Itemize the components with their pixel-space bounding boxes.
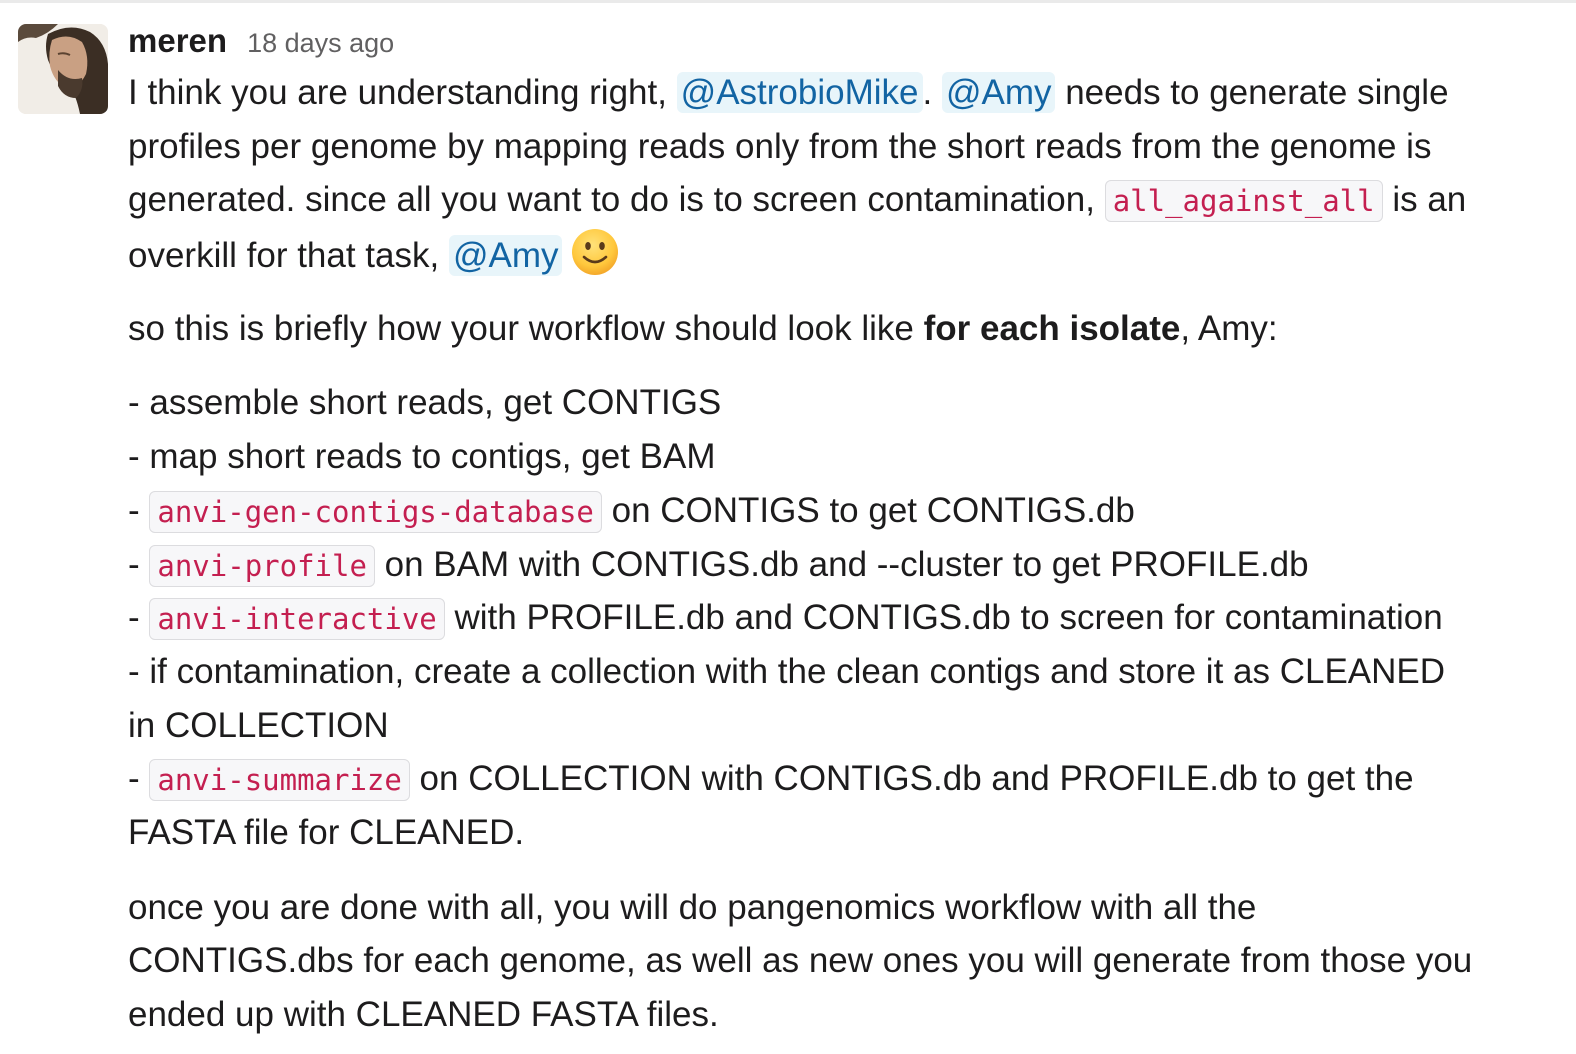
- message-header: meren 18 days ago: [128, 22, 1548, 66]
- text-span: -: [128, 759, 150, 799]
- text-span: .: [922, 73, 942, 112]
- text-line: ended up with CLEANED FASTA files.: [128, 995, 719, 1034]
- text-span: needs to generate single: [1055, 73, 1449, 112]
- avatar[interactable]: [18, 24, 108, 114]
- text-span: so this is briefly how your workflow sho…: [128, 308, 924, 348]
- step-line: - anvi-profile on BAM with CONTIGS.db an…: [128, 538, 1548, 592]
- step-line: - anvi-summarize on COLLECTION with CONT…: [128, 752, 1548, 806]
- text-span: with PROFILE.db and CONTIGS.db to screen…: [444, 598, 1443, 638]
- text-span: -: [128, 490, 150, 530]
- step-line: FASTA file for CLEANED.: [128, 812, 525, 852]
- paragraph-steps: - assemble short reads, get CONTIGS - ma…: [128, 376, 1548, 859]
- text-span: on COLLECTION with CONTIGS.db and PROFIL…: [409, 759, 1414, 799]
- text-span: overkill for that task,: [128, 236, 449, 276]
- paragraph-intro: I think you are understanding right, @As…: [128, 66, 1548, 281]
- avatar-photo-icon: [18, 24, 108, 114]
- author-name[interactable]: meren: [128, 22, 227, 60]
- text-line: profiles per genome by mapping reads onl…: [128, 126, 1432, 166]
- step-line: - assemble short reads, get CONTIGS: [128, 383, 722, 423]
- bold-text: for each isolate: [923, 308, 1181, 348]
- paragraph-workflow-intro: so this is briefly how your workflow sho…: [128, 302, 1548, 356]
- text-line: overkill for that task, @Amy: [128, 227, 1548, 281]
- inline-code: anvi-summarize: [149, 759, 410, 802]
- text-span: on BAM with CONTIGS.db and --cluster to …: [374, 544, 1309, 584]
- text-span: generated. since all you want to do is t…: [128, 180, 1105, 220]
- mention-astrobiomike[interactable]: @AstrobioMike: [676, 72, 923, 113]
- top-divider: [0, 0, 1576, 3]
- text-span: is an: [1382, 180, 1467, 220]
- step-line: - anvi-interactive with PROFILE.db and C…: [128, 591, 1548, 645]
- step-line: - anvi-gen-contigs-database on CONTIGS t…: [128, 484, 1548, 538]
- inline-code: anvi-interactive: [149, 598, 445, 641]
- step-line: - if contamination, create a collection …: [128, 651, 1446, 691]
- text-span: I think you are understanding right,: [128, 73, 677, 112]
- mention-amy[interactable]: @Amy: [448, 235, 563, 277]
- message-body: I think you are understanding right, @As…: [128, 66, 1548, 1042]
- step-line: in COLLECTION: [128, 705, 389, 745]
- mention-amy[interactable]: @Amy: [941, 72, 1056, 113]
- inline-code: anvi-profile: [149, 544, 375, 587]
- paragraph-conclusion: once you are done with all, you will do …: [128, 881, 1548, 1042]
- text-span: , Amy:: [1180, 308, 1278, 348]
- text-line: generated. since all you want to do is t…: [128, 173, 1548, 227]
- text-span: -: [128, 544, 150, 584]
- inline-code: all_against_all: [1104, 180, 1383, 223]
- slightly-smiling-face-icon[interactable]: [570, 227, 620, 277]
- text-line: I think you are understanding right, @As…: [128, 66, 1548, 120]
- text-span: on CONTIGS to get CONTIGS.db: [601, 490, 1135, 530]
- inline-code: anvi-gen-contigs-database: [149, 490, 602, 533]
- text-span: -: [128, 598, 150, 638]
- message: meren 18 days ago I think you are unders…: [128, 22, 1548, 1042]
- text-line: so this is briefly how your workflow sho…: [128, 302, 1548, 356]
- timestamp[interactable]: 18 days ago: [247, 28, 394, 59]
- step-line: - map short reads to contigs, get BAM: [128, 437, 716, 477]
- text-line: once you are done with all, you will do …: [128, 887, 1257, 927]
- text-line: CONTIGS.dbs for each genome, as well as …: [128, 941, 1473, 981]
